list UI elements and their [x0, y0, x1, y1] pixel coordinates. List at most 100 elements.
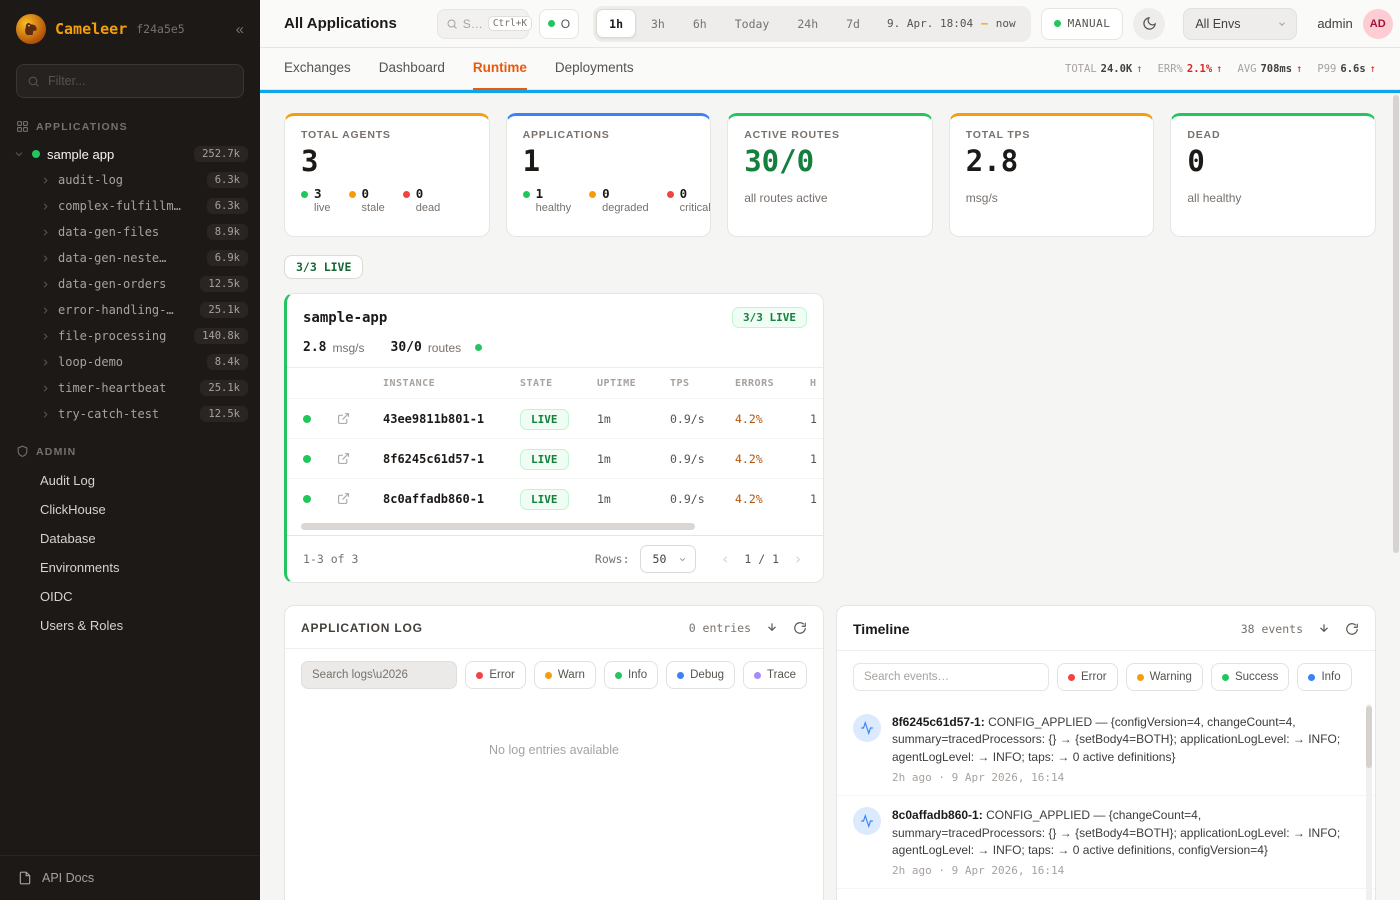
sidebar-item-route[interactable]: data-gen-neste… 6.9k: [0, 245, 260, 271]
sidebar-item-route[interactable]: file-processing 140.8k: [0, 323, 260, 349]
app-title: Cameleer: [55, 20, 127, 38]
log-search-input[interactable]: [312, 669, 446, 681]
dark-mode-toggle[interactable]: [1133, 8, 1165, 40]
log-filter-chip[interactable]: Info: [604, 661, 658, 689]
sidebar-filter-input[interactable]: [48, 74, 233, 88]
sidebar-item-admin[interactable]: Environments: [0, 553, 260, 582]
mini-stat-value: 0: [362, 187, 385, 201]
timeline-filter-chip[interactable]: Warning: [1126, 663, 1203, 691]
download-icon[interactable]: [765, 621, 779, 635]
sidebar-item-route[interactable]: timer-heartbeat 25.1k: [0, 375, 260, 401]
table-row[interactable]: 8c0affadb860-1 LIVE 1m 0.9/s 4.2% 1: [287, 478, 823, 518]
log-filter-chip[interactable]: Trace: [743, 661, 807, 689]
timeline-filter-chip[interactable]: Info: [1297, 663, 1351, 691]
rows-per-page-select[interactable]: 50: [640, 545, 697, 573]
live-summary-chip[interactable]: 3/3 LIVE: [284, 255, 363, 279]
mini-stat-value: 3: [314, 187, 331, 201]
table-row[interactable]: 8f6245c61d57-1 LIVE 1m 0.9/s 4.2% 1: [287, 438, 823, 478]
timeline-event[interactable]: 8c0affadb860-1: CONFIG_APPLIED — {change…: [837, 796, 1375, 889]
application-card-header: sample-app 3/3 LIVE: [287, 294, 823, 334]
sidebar-item-admin[interactable]: Users & Roles: [0, 611, 260, 640]
global-search-button[interactable]: S… Ctrl+K: [437, 9, 529, 39]
time-range-24h[interactable]: 24h: [784, 9, 831, 38]
external-link-icon[interactable]: [337, 492, 383, 505]
chevron-right-icon: [40, 227, 51, 238]
tab-runtime[interactable]: Runtime: [473, 48, 527, 90]
external-link-icon[interactable]: [337, 412, 383, 425]
cell-errors: 4.2%: [735, 492, 810, 506]
timeline-scrollbar-thumb[interactable]: [1366, 706, 1372, 768]
topbar: All Applications S… Ctrl+K O 1h 3h 6h To…: [260, 0, 1400, 48]
mini-stat-value: 0: [602, 187, 649, 201]
log-filter-chip[interactable]: Warn: [534, 661, 596, 689]
sidebar-item-api-docs[interactable]: API Docs: [0, 855, 260, 900]
sidebar-item-sample-app[interactable]: sample app 252.7k: [0, 141, 260, 167]
sidebar-item-route[interactable]: loop-demo 8.4k: [0, 349, 260, 375]
status-dot-icon: [349, 191, 356, 198]
download-icon[interactable]: [1317, 622, 1331, 636]
timeline-event[interactable]: 8f6245c61d57-1: CONFIG_APPLIED — {config…: [837, 703, 1375, 796]
time-range-7d[interactable]: 7d: [833, 9, 873, 38]
search-shortcut-kbd: Ctrl+K: [488, 16, 532, 31]
time-range-6h[interactable]: 6h: [680, 9, 720, 38]
tab-exchanges[interactable]: Exchanges: [284, 48, 351, 90]
timeline-filter-chip[interactable]: Error: [1057, 663, 1118, 691]
application-row-spacer: [836, 293, 1376, 583]
timeline-event[interactable]: 43ee9811b801-1: CONFIG_APPLIED — {change…: [837, 889, 1375, 900]
live-badge: 3/3 LIVE: [732, 307, 807, 328]
sidebar-item-route[interactable]: try-catch-test 12.5k: [0, 401, 260, 427]
time-range-display[interactable]: 9. Apr. 18:04 — now: [875, 17, 1028, 30]
time-range-3h[interactable]: 3h: [638, 9, 678, 38]
sidebar-item-admin[interactable]: Audit Log: [0, 466, 260, 495]
global-search-text: S…: [463, 17, 483, 31]
application-row: sample-app 3/3 LIVE 2.8 msg/s 30/0 route…: [284, 293, 1376, 583]
online-status-chip[interactable]: O: [539, 9, 579, 39]
sidebar-collapse-button[interactable]: «: [236, 22, 244, 37]
log-search-field: [301, 661, 457, 689]
column-tps: TPS: [670, 378, 735, 389]
status-dot-icon: [303, 455, 311, 463]
applications-section-header: APPLICATIONS: [0, 102, 260, 141]
refresh-icon[interactable]: [793, 621, 807, 635]
severity-dot-icon: [1068, 674, 1075, 681]
table-row[interactable]: 43ee9811b801-1 LIVE 1m 0.9/s 4.2% 1: [287, 398, 823, 438]
log-filter-chip[interactable]: Error: [465, 661, 526, 689]
log-filter-chip[interactable]: Debug: [666, 661, 735, 689]
count-badge: 140.8k: [194, 328, 248, 344]
timeline-search-input[interactable]: [864, 671, 1038, 683]
application-name[interactable]: sample-app: [303, 310, 387, 326]
cell-tps: 0.9/s: [670, 492, 735, 506]
horizontal-scrollbar: [299, 523, 811, 530]
time-range-1h[interactable]: 1h: [596, 9, 636, 38]
tab-deployments[interactable]: Deployments: [555, 48, 634, 90]
next-page-button[interactable]: ›: [785, 546, 811, 572]
sidebar-item-admin[interactable]: OIDC: [0, 582, 260, 611]
time-range-today[interactable]: Today: [722, 9, 783, 38]
sidebar-item-route[interactable]: error-handling-… 25.1k: [0, 297, 260, 323]
sidebar-item-route[interactable]: complex-fulfillm… 6.3k: [0, 193, 260, 219]
page-scrollbar-thumb[interactable]: [1393, 95, 1399, 553]
sidebar-item-admin[interactable]: ClickHouse: [0, 495, 260, 524]
horizontal-scrollbar-thumb[interactable]: [301, 523, 695, 530]
refresh-icon[interactable]: [1345, 622, 1359, 636]
sidebar-item-route[interactable]: data-gen-files 8.9k: [0, 219, 260, 245]
activity-icon: [853, 714, 881, 742]
manual-mode-button[interactable]: MANUAL: [1041, 8, 1124, 40]
application-stats-row: 2.8 msg/s 30/0 routes: [287, 334, 823, 368]
status-dot-icon: [301, 191, 308, 198]
previous-page-button[interactable]: ‹: [712, 546, 738, 572]
shield-icon: [16, 445, 29, 458]
environment-select[interactable]: All Envs: [1183, 8, 1297, 40]
external-link-icon[interactable]: [337, 452, 383, 465]
sidebar: Cameleer f24a5e5 « APPLICATIONS sample a…: [0, 0, 260, 900]
sidebar-item-admin[interactable]: Database: [0, 524, 260, 553]
tps-unit: msg/s: [332, 341, 364, 355]
sidebar-item-route[interactable]: data-gen-orders 12.5k: [0, 271, 260, 297]
sidebar-item-route[interactable]: audit-log 6.3k: [0, 167, 260, 193]
header-metric: AVG 708ms ↑: [1238, 63, 1303, 75]
user-avatar[interactable]: AD: [1363, 9, 1393, 39]
column-errors: ERRORS: [735, 378, 810, 389]
timeline-filter-chip[interactable]: Success: [1211, 663, 1289, 691]
tab-dashboard[interactable]: Dashboard: [379, 48, 445, 90]
stat-card-label: APPLICATIONS: [523, 129, 695, 141]
